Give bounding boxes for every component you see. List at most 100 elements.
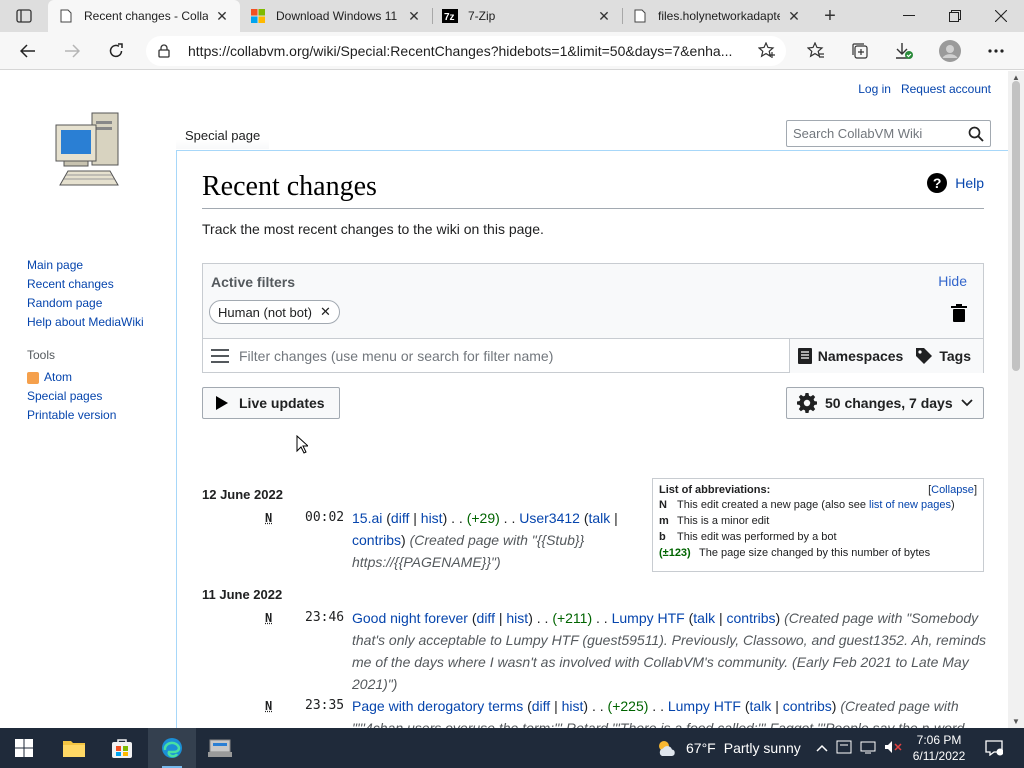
scroll-down-icon[interactable]: ▼ xyxy=(1012,717,1020,726)
favorites-button[interactable] xyxy=(802,37,830,65)
nav-main-page[interactable]: Main page xyxy=(27,256,144,275)
lock-icon[interactable] xyxy=(158,44,174,58)
tags-button[interactable]: Tags xyxy=(911,338,983,373)
close-icon[interactable]: ✕ xyxy=(406,8,422,24)
abbreviation-row: N This edit created a new page (also see… xyxy=(659,499,977,512)
diff-link[interactable]: diff xyxy=(391,510,409,526)
settings-more-button[interactable] xyxy=(982,37,1010,65)
forward-button[interactable] xyxy=(58,37,86,65)
downloads-button[interactable] xyxy=(890,37,918,65)
talk-link[interactable]: talk xyxy=(589,510,611,526)
filter-chip[interactable]: Human (not bot) ✕ xyxy=(209,300,340,324)
tab-actions-button[interactable] xyxy=(8,6,40,26)
user-link[interactable]: User3412 xyxy=(519,510,580,526)
page-link[interactable]: 15.ai xyxy=(352,510,382,526)
login-link[interactable]: Log in xyxy=(858,82,891,96)
changes-settings-button[interactable]: 50 changes, 7 days xyxy=(786,387,984,419)
collections-button[interactable] xyxy=(846,37,874,65)
tab-download-windows[interactable]: Download Windows 11 ✕ xyxy=(240,0,432,32)
volume-muted-icon[interactable] xyxy=(884,740,902,757)
app-button[interactable] xyxy=(196,728,244,768)
diff-link[interactable]: diff xyxy=(477,610,495,626)
search-icon[interactable] xyxy=(968,126,984,145)
network-icon[interactable] xyxy=(860,740,876,757)
tools-atom-label[interactable]: Atom xyxy=(44,368,72,387)
nav-recent-changes[interactable]: Recent changes xyxy=(27,275,144,294)
collapse-link[interactable]: [Collapse] xyxy=(928,484,977,496)
diff-link[interactable]: diff xyxy=(532,698,550,714)
tools-portlet: Tools Atom Special pages Printable versi… xyxy=(27,348,116,425)
edge-button[interactable] xyxy=(148,728,196,768)
chevron-up-icon[interactable] xyxy=(816,741,828,755)
wiki-logo[interactable] xyxy=(50,107,126,193)
edge-icon xyxy=(162,738,182,758)
store-button[interactable] xyxy=(98,728,146,768)
scrollbar-thumb[interactable] xyxy=(1012,81,1020,371)
new-tab-button[interactable]: + xyxy=(818,4,842,28)
notification-center-button[interactable] xyxy=(982,736,1006,760)
add-favorite-icon[interactable] xyxy=(757,41,776,63)
profile-button[interactable] xyxy=(936,37,964,65)
personal-tools: Log in Request account xyxy=(858,82,991,96)
tab-7zip[interactable]: 7z 7-Zip ✕ xyxy=(432,0,622,32)
file-explorer-button[interactable] xyxy=(50,728,98,768)
page-title: Recent changes xyxy=(202,171,377,202)
nav-help-mediawiki[interactable]: Help about MediaWiki xyxy=(27,313,144,332)
contribs-link[interactable]: contribs xyxy=(352,532,401,548)
minimize-button[interactable] xyxy=(886,0,932,32)
start-button[interactable] xyxy=(0,728,48,768)
filter-chip-label: Human (not bot) xyxy=(218,304,312,320)
request-account-link[interactable]: Request account xyxy=(901,82,991,96)
help-label[interactable]: Help xyxy=(955,175,984,191)
close-icon[interactable]: ✕ xyxy=(214,8,230,24)
back-arrow-icon xyxy=(20,44,35,58)
hide-filters-link[interactable]: Hide xyxy=(938,273,967,289)
help-link[interactable]: ? Help xyxy=(927,173,984,193)
remove-filter-icon[interactable]: ✕ xyxy=(320,304,331,320)
page-scrollbar[interactable]: ▲ ▼ xyxy=(1008,71,1024,728)
close-icon[interactable]: ✕ xyxy=(596,8,612,24)
namespaces-button[interactable]: Namespaces xyxy=(788,338,912,373)
url-text[interactable]: https://collabvm.org/wiki/Special:Recent… xyxy=(188,43,748,59)
user-link[interactable]: Lumpy HTF xyxy=(668,698,741,714)
hist-link[interactable]: hist xyxy=(506,610,528,626)
collapse-label[interactable]: Collapse xyxy=(931,484,974,496)
address-bar[interactable]: https://collabvm.org/wiki/Special:Recent… xyxy=(146,36,786,66)
new-pages-link[interactable]: list of new pages xyxy=(869,499,951,511)
taskbar-clock[interactable]: 7:06 PM 6/11/2022 xyxy=(904,732,974,764)
tools-atom[interactable]: Atom xyxy=(27,368,116,387)
contribs-link[interactable]: contribs xyxy=(727,610,776,626)
close-window-button[interactable] xyxy=(978,0,1024,32)
tab-special-page[interactable]: Special page xyxy=(176,117,270,150)
user-link[interactable]: Lumpy HTF xyxy=(612,610,685,626)
filter-input[interactable]: Filter changes (use menu or search for f… xyxy=(239,348,789,364)
menu-icon[interactable] xyxy=(211,348,231,363)
page-link[interactable]: Page with derogatory terms xyxy=(352,698,523,714)
tab-recent-changes[interactable]: Recent changes - CollabVM Wiki ✕ xyxy=(48,0,240,32)
nav-random-page[interactable]: Random page xyxy=(27,294,144,313)
search-input[interactable]: Search CollabVM Wiki xyxy=(786,120,991,147)
refresh-button[interactable] xyxy=(102,37,130,65)
weather-widget[interactable]: 67°F Partly sunny xyxy=(656,728,801,768)
tools-printable-version[interactable]: Printable version xyxy=(27,406,116,425)
tab-files-holynetworkadapter[interactable]: files.holynetworkadapter ✕ xyxy=(622,0,812,32)
page-link[interactable]: Good night forever xyxy=(352,610,468,626)
svg-text:7z: 7z xyxy=(444,12,455,23)
tools-special-pages[interactable]: Special pages xyxy=(27,387,116,406)
clear-filters-button[interactable] xyxy=(951,304,967,325)
weather-temp: 67°F xyxy=(686,740,716,756)
live-updates-button[interactable]: Live updates xyxy=(202,387,340,419)
back-button[interactable] xyxy=(14,37,42,65)
contribs-link[interactable]: contribs xyxy=(783,698,832,714)
close-icon[interactable]: ✕ xyxy=(786,8,802,24)
title-divider xyxy=(202,208,984,209)
talk-link[interactable]: talk xyxy=(693,610,715,626)
talk-link[interactable]: talk xyxy=(750,698,772,714)
rss-feed-icon xyxy=(27,371,39,384)
page-icon xyxy=(632,8,648,24)
security-icon[interactable] xyxy=(836,740,852,757)
hist-link[interactable]: hist xyxy=(562,698,584,714)
changes-settings-label: 50 changes, 7 days xyxy=(825,395,953,411)
hist-link[interactable]: hist xyxy=(421,510,443,526)
restore-button[interactable] xyxy=(932,0,978,32)
